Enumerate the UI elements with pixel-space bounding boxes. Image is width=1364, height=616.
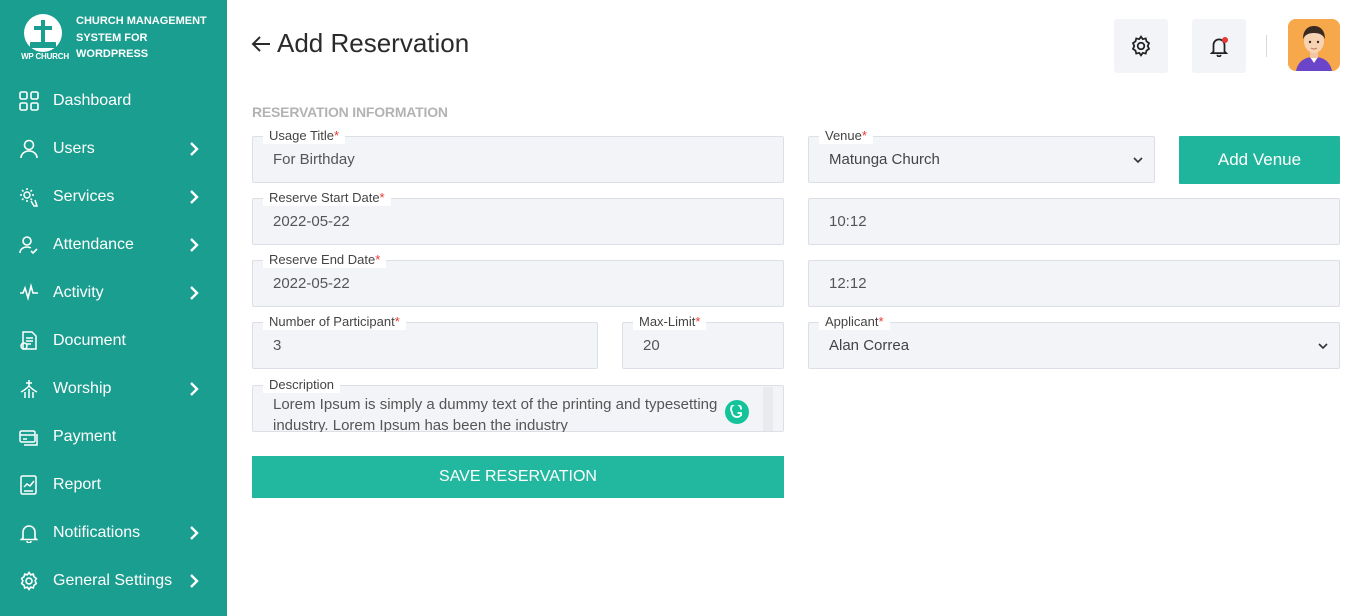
chevron-right-icon xyxy=(190,142,199,156)
user-icon xyxy=(18,138,40,160)
usage-title-value: For Birthday xyxy=(273,151,355,168)
usage-title-field[interactable]: Usage Title* For Birthday xyxy=(252,128,784,183)
chevron-right-icon xyxy=(190,526,199,540)
chevron-right-icon xyxy=(190,286,199,300)
description-value: Lorem Ipsum is simply a dummy text of th… xyxy=(273,396,718,432)
brand-name: CHURCH MANAGEMENT SYSTEM FOR WORDPRESS xyxy=(76,15,207,60)
avatar[interactable] xyxy=(1288,19,1340,71)
sidebar-item-report[interactable]: Report xyxy=(0,461,227,509)
worship-icon xyxy=(18,378,40,400)
section-title: RESERVATION INFORMATION xyxy=(252,104,448,120)
sidebar-item-label: Activity xyxy=(53,284,104,301)
chevron-down-icon xyxy=(1318,343,1328,350)
reserve-end-time-value: 12:12 xyxy=(829,275,867,292)
attendance-user-check-icon xyxy=(18,234,40,256)
gear-icon xyxy=(1131,35,1151,57)
sidebar-item-label: Services xyxy=(53,188,115,205)
sidebar-item-users[interactable]: Users xyxy=(0,125,227,173)
page-header: Add Reservation xyxy=(250,28,469,59)
gear-icon xyxy=(18,570,40,592)
sidebar-item-label: Dashboard xyxy=(53,92,132,109)
chevron-down-icon xyxy=(1133,157,1143,164)
sidebar-item-worship[interactable]: Worship xyxy=(0,365,227,413)
reserve-end-date-field[interactable]: Reserve End Date* 2022-05-22 xyxy=(252,252,784,307)
reserve-end-date-label: Reserve End Date* xyxy=(263,252,387,268)
venue-label: Venue* xyxy=(819,128,873,144)
back-arrow-icon[interactable] xyxy=(250,29,274,59)
sidebar-item-label: Notifications xyxy=(53,524,141,541)
logo-caption: WP CHURCH xyxy=(21,52,69,61)
report-icon xyxy=(18,474,40,496)
sidebar-item-payment[interactable]: Payment xyxy=(0,413,227,461)
sidebar-item-label: Users xyxy=(53,140,95,157)
max-limit-label: Max-Limit* xyxy=(633,314,707,330)
applicant-select[interactable]: Applicant* Alan Correa xyxy=(808,314,1340,369)
chevron-right-icon xyxy=(190,574,199,588)
applicant-label: Applicant* xyxy=(819,314,890,330)
reserve-end-time-field[interactable]: 12:12 xyxy=(808,260,1340,307)
bell-icon xyxy=(18,522,40,544)
sidebar-item-attendance[interactable]: Attendance xyxy=(0,221,227,269)
chevron-right-icon xyxy=(190,238,199,252)
participants-value: 3 xyxy=(273,337,282,354)
sidebar-item-label: General Settings xyxy=(53,572,173,589)
chevron-right-icon xyxy=(190,382,199,396)
participants-label: Number of Participant* xyxy=(263,314,406,330)
max-limit-field[interactable]: Max-Limit* 20 xyxy=(622,314,784,369)
header-divider xyxy=(1266,35,1267,57)
payment-icon xyxy=(18,426,40,448)
sidebar-nav: Dashboard Users Services Attendance Acti… xyxy=(0,77,227,605)
reserve-start-time-value: 10:12 xyxy=(829,213,867,230)
venue-value: Matunga Church xyxy=(829,151,940,168)
sidebar-item-document[interactable]: Document xyxy=(0,317,227,365)
sidebar-item-label: Worship xyxy=(53,380,112,397)
notification-dot xyxy=(1222,37,1228,43)
reserve-start-date-field[interactable]: Reserve Start Date* 2022-05-22 xyxy=(252,190,784,245)
participants-field[interactable]: Number of Participant* 3 xyxy=(252,314,598,369)
reserve-start-date-value: 2022-05-22 xyxy=(273,213,350,230)
venue-select[interactable]: Venue* Matunga Church xyxy=(808,128,1155,183)
document-icon xyxy=(18,330,40,352)
notifications-button[interactable] xyxy=(1192,19,1246,73)
sidebar-item-label: Payment xyxy=(53,428,117,445)
max-limit-value: 20 xyxy=(643,337,660,354)
reserve-start-time-field[interactable]: 10:12 xyxy=(808,198,1340,245)
applicant-value: Alan Correa xyxy=(829,337,910,354)
usage-title-label: Usage Title* xyxy=(263,128,346,144)
description-scrollbar[interactable] xyxy=(763,387,773,431)
description-textarea[interactable]: Description Lorem Ipsum is simply a dumm… xyxy=(252,377,784,432)
page-title: Add Reservation xyxy=(277,28,470,58)
sidebar: WP CHURCH CHURCH MANAGEMENT SYSTEM FOR W… xyxy=(0,0,227,616)
add-venue-button[interactable]: Add Venue xyxy=(1179,136,1340,184)
logo[interactable]: WP CHURCH CHURCH MANAGEMENT SYSTEM FOR W… xyxy=(18,12,218,64)
settings-button[interactable] xyxy=(1114,19,1168,73)
sidebar-item-dashboard[interactable]: Dashboard xyxy=(0,77,227,125)
sidebar-item-services[interactable]: Services xyxy=(0,173,227,221)
services-gear-icon xyxy=(18,186,40,208)
sidebar-item-activity[interactable]: Activity xyxy=(0,269,227,317)
chevron-right-icon xyxy=(190,190,199,204)
sidebar-item-general-settings[interactable]: General Settings xyxy=(0,557,227,605)
church-logo-icon: WP CHURCH xyxy=(18,12,72,64)
grammarly-icon[interactable] xyxy=(725,400,749,424)
save-reservation-button[interactable]: SAVE RESERVATION xyxy=(252,456,784,498)
reserve-end-date-value: 2022-05-22 xyxy=(273,275,350,292)
user-avatar-icon xyxy=(1288,19,1340,71)
activity-pulse-icon xyxy=(18,282,40,304)
dashboard-grid-icon xyxy=(18,90,40,112)
sidebar-item-notifications[interactable]: Notifications xyxy=(0,509,227,557)
sidebar-item-label: Document xyxy=(53,332,126,349)
sidebar-item-label: Attendance xyxy=(53,236,134,253)
sidebar-item-label: Report xyxy=(53,476,102,493)
reserve-start-date-label: Reserve Start Date* xyxy=(263,190,391,206)
